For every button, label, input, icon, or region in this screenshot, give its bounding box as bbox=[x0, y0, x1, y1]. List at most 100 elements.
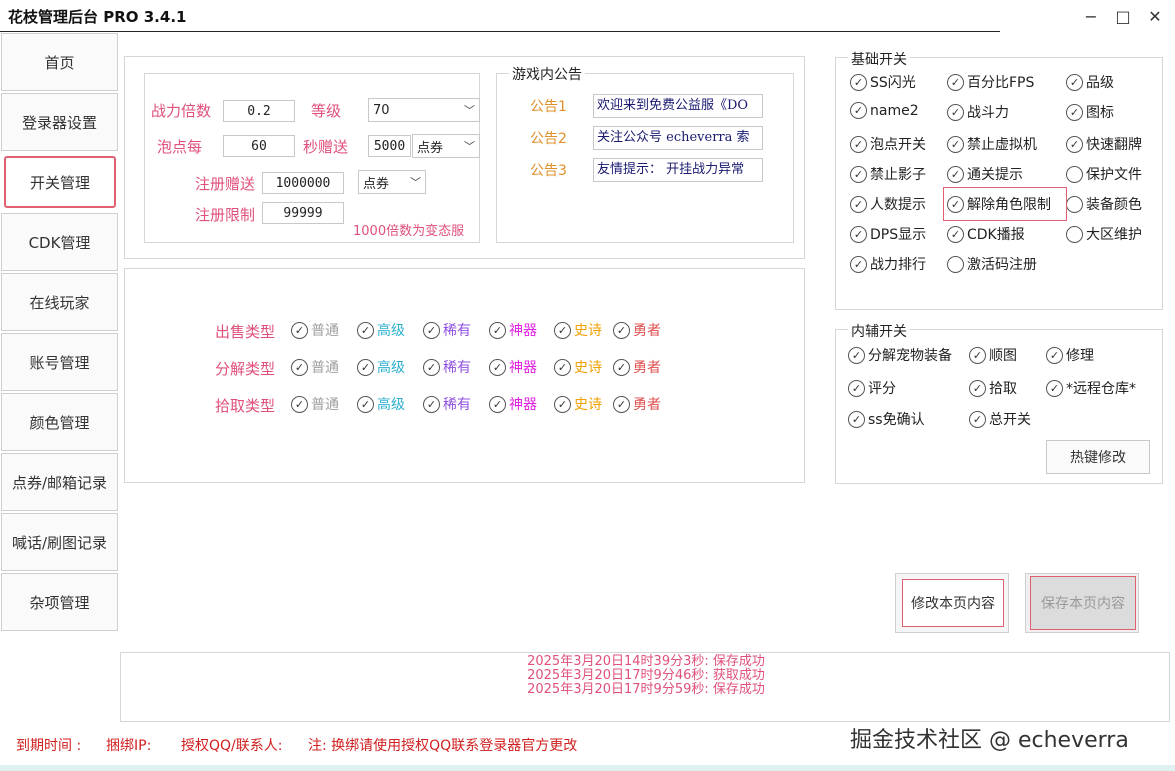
aux-switch-5[interactable]: *远程仓库* bbox=[1046, 378, 1136, 398]
basic-switch-19[interactable]: 激活码注册 bbox=[947, 254, 1037, 274]
minimize-button[interactable]: − bbox=[1080, 6, 1102, 28]
bubble-currency-select[interactable]: 点券 ﹀ bbox=[412, 134, 480, 158]
basic-switch-5[interactable]: 图标 bbox=[1066, 102, 1114, 122]
log-line: 2025年3月20日17时9分46秒: 获取成功 bbox=[527, 668, 765, 683]
maximize-button[interactable]: □ bbox=[1112, 6, 1134, 28]
save-page-button[interactable]: 保存本页内容 bbox=[1030, 576, 1136, 630]
type-option-1-1[interactable]: 高级 bbox=[357, 357, 405, 377]
basic-switch-16[interactable]: CDK播报 bbox=[947, 224, 1025, 244]
reg-gift-label: 注册赠送 bbox=[195, 175, 256, 193]
bind-ip-label: 捆绑IP: bbox=[106, 738, 152, 754]
nav-item-online-players[interactable]: 在线玩家 bbox=[1, 273, 118, 331]
type-option-2-4[interactable]: 史诗 bbox=[554, 394, 602, 414]
type-option-1-0[interactable]: 普通 bbox=[291, 357, 339, 377]
nav-item-shout-log[interactable]: 喊话/刷图记录 bbox=[1, 513, 118, 571]
check-circle-icon bbox=[969, 379, 986, 397]
type-option-2-2[interactable]: 稀有 bbox=[423, 394, 471, 414]
aux-switch-1[interactable]: 顺图 bbox=[969, 345, 1017, 365]
check-circle-icon bbox=[423, 321, 440, 339]
check-circle-icon bbox=[850, 73, 867, 91]
basic-switch-12[interactable]: 人数提示 bbox=[850, 194, 926, 214]
basic-switch-9[interactable]: 禁止影子 bbox=[850, 164, 926, 184]
title-underline bbox=[0, 31, 1000, 32]
basic-switch-15[interactable]: DPS显示 bbox=[850, 224, 926, 244]
type-option-0-2[interactable]: 稀有 bbox=[423, 320, 471, 340]
modify-page-button-frame: 修改本页内容 bbox=[895, 573, 1009, 633]
aux-switch-3[interactable]: 评分 bbox=[848, 378, 896, 398]
type-option-0-1[interactable]: 高级 bbox=[357, 320, 405, 340]
basic-switch-title: 基础开关 bbox=[848, 49, 910, 69]
nav-item-colors[interactable]: 颜色管理 bbox=[1, 393, 118, 451]
aux-switch-0[interactable]: 分解宠物装备 bbox=[848, 345, 952, 365]
type-option-2-1[interactable]: 高级 bbox=[357, 394, 405, 414]
type-option-1-4[interactable]: 史诗 bbox=[554, 357, 602, 377]
basic-switch-18[interactable]: 战力排行 bbox=[850, 254, 926, 274]
checkbox-label: 普通 bbox=[311, 323, 339, 339]
basic-switch-7[interactable]: 禁止虚拟机 bbox=[947, 134, 1037, 154]
basic-switch-17[interactable]: 大区维护 bbox=[1066, 224, 1142, 244]
announce-3-input[interactable]: 友情提示： 开挂战力异常 bbox=[593, 158, 763, 182]
check-circle-icon bbox=[291, 321, 308, 339]
reg-currency-select[interactable]: 点券 ﹀ bbox=[358, 170, 426, 194]
chevron-down-icon: ﹀ bbox=[410, 176, 421, 189]
basic-switch-6[interactable]: 泡点开关 bbox=[850, 134, 926, 154]
bubble-amount-input[interactable]: 5000 bbox=[368, 135, 411, 157]
basic-switch-3[interactable]: name2 bbox=[850, 102, 919, 119]
reg-gift-input[interactable]: 1000000 bbox=[262, 172, 344, 194]
modify-page-button[interactable]: 修改本页内容 bbox=[902, 579, 1004, 627]
nav-item-points-mail-log[interactable]: 点券/邮箱记录 bbox=[1, 453, 118, 511]
level-select[interactable]: 70 ﹀ bbox=[368, 98, 480, 122]
bubble-interval-input[interactable]: 60 bbox=[223, 135, 295, 157]
check-circle-icon bbox=[423, 358, 440, 376]
basic-switch-2[interactable]: 品级 bbox=[1066, 72, 1114, 92]
nav-item-accounts[interactable]: 账号管理 bbox=[1, 333, 118, 391]
title-bar: 花枝管理后台 PRO 3.4.1 − □ ✕ bbox=[0, 0, 1175, 34]
basic-switch-10[interactable]: 通关提示 bbox=[947, 164, 1023, 184]
check-circle-icon bbox=[850, 165, 867, 183]
type-option-1-2[interactable]: 稀有 bbox=[423, 357, 471, 377]
reg-limit-input[interactable]: 99999 bbox=[262, 202, 344, 224]
basic-switch-8[interactable]: 快速翻牌 bbox=[1066, 134, 1142, 154]
type-option-0-3[interactable]: 神器 bbox=[489, 320, 537, 340]
check-circle-icon bbox=[489, 358, 506, 376]
basic-switch-4[interactable]: 战斗力 bbox=[947, 102, 1009, 122]
basic-switch-1[interactable]: 百分比FPS bbox=[947, 72, 1034, 92]
nav-item-cdk[interactable]: CDK管理 bbox=[1, 213, 118, 271]
basic-switch-11[interactable]: 保护文件 bbox=[1066, 164, 1142, 184]
nav-item-launcher-settings[interactable]: 登录器设置 bbox=[1, 93, 118, 151]
checkbox-label: 战斗力 bbox=[967, 105, 1009, 121]
aux-switch-6[interactable]: ss免确认 bbox=[848, 409, 925, 429]
type-option-1-5[interactable]: 勇者 bbox=[613, 357, 661, 377]
aux-switch-panel: 内辅开关 分解宠物装备 顺图 修理评分 拾取 *远程仓库* ss免确认 总开关 热键修改 bbox=[835, 321, 1163, 484]
aux-switch-7[interactable]: 总开关 bbox=[969, 409, 1031, 429]
type-option-0-0[interactable]: 普通 bbox=[291, 320, 339, 340]
check-circle-icon bbox=[850, 255, 867, 273]
aux-switch-4[interactable]: 拾取 bbox=[969, 378, 1017, 398]
announce-2-input[interactable]: 关注公众号 echeverra 索 bbox=[593, 126, 763, 150]
announce-1-input[interactable]: 欢迎来到免费公益服《DO bbox=[593, 94, 763, 118]
checkbox-label: 勇者 bbox=[633, 397, 661, 413]
basic-switch-14[interactable]: 装备颜色 bbox=[1066, 194, 1142, 214]
nav-item-home[interactable]: 首页 bbox=[1, 33, 118, 91]
close-button[interactable]: ✕ bbox=[1144, 6, 1166, 28]
check-circle-icon bbox=[489, 321, 506, 339]
checkbox-label: 总开关 bbox=[989, 412, 1031, 428]
check-circle-icon bbox=[1046, 346, 1063, 364]
type-option-0-4[interactable]: 史诗 bbox=[554, 320, 602, 340]
type-option-0-5[interactable]: 勇者 bbox=[613, 320, 661, 340]
nav-item-switch-management[interactable]: 开关管理 bbox=[4, 156, 116, 208]
power-mult-input[interactable]: 0.2 bbox=[223, 100, 295, 122]
type-option-2-5[interactable]: 勇者 bbox=[613, 394, 661, 414]
check-circle-icon bbox=[848, 346, 865, 364]
type-option-2-0[interactable]: 普通 bbox=[291, 394, 339, 414]
nav-item-misc[interactable]: 杂项管理 bbox=[1, 573, 118, 631]
checkbox-label: 史诗 bbox=[574, 397, 602, 413]
checkbox-label: 高级 bbox=[377, 360, 405, 376]
hotkey-edit-button[interactable]: 热键修改 bbox=[1046, 440, 1150, 474]
type-option-1-3[interactable]: 神器 bbox=[489, 357, 537, 377]
check-circle-icon bbox=[850, 135, 867, 153]
type-option-2-3[interactable]: 神器 bbox=[489, 394, 537, 414]
aux-switch-2[interactable]: 修理 bbox=[1046, 345, 1094, 365]
basic-switch-0[interactable]: SS闪光 bbox=[850, 72, 916, 92]
basic-switch-panel: 基础开关 SS闪光 百分比FPS 品级 name2 战斗力 图标泡点开关 禁止虚拟机 快速翻牌… bbox=[835, 49, 1163, 310]
